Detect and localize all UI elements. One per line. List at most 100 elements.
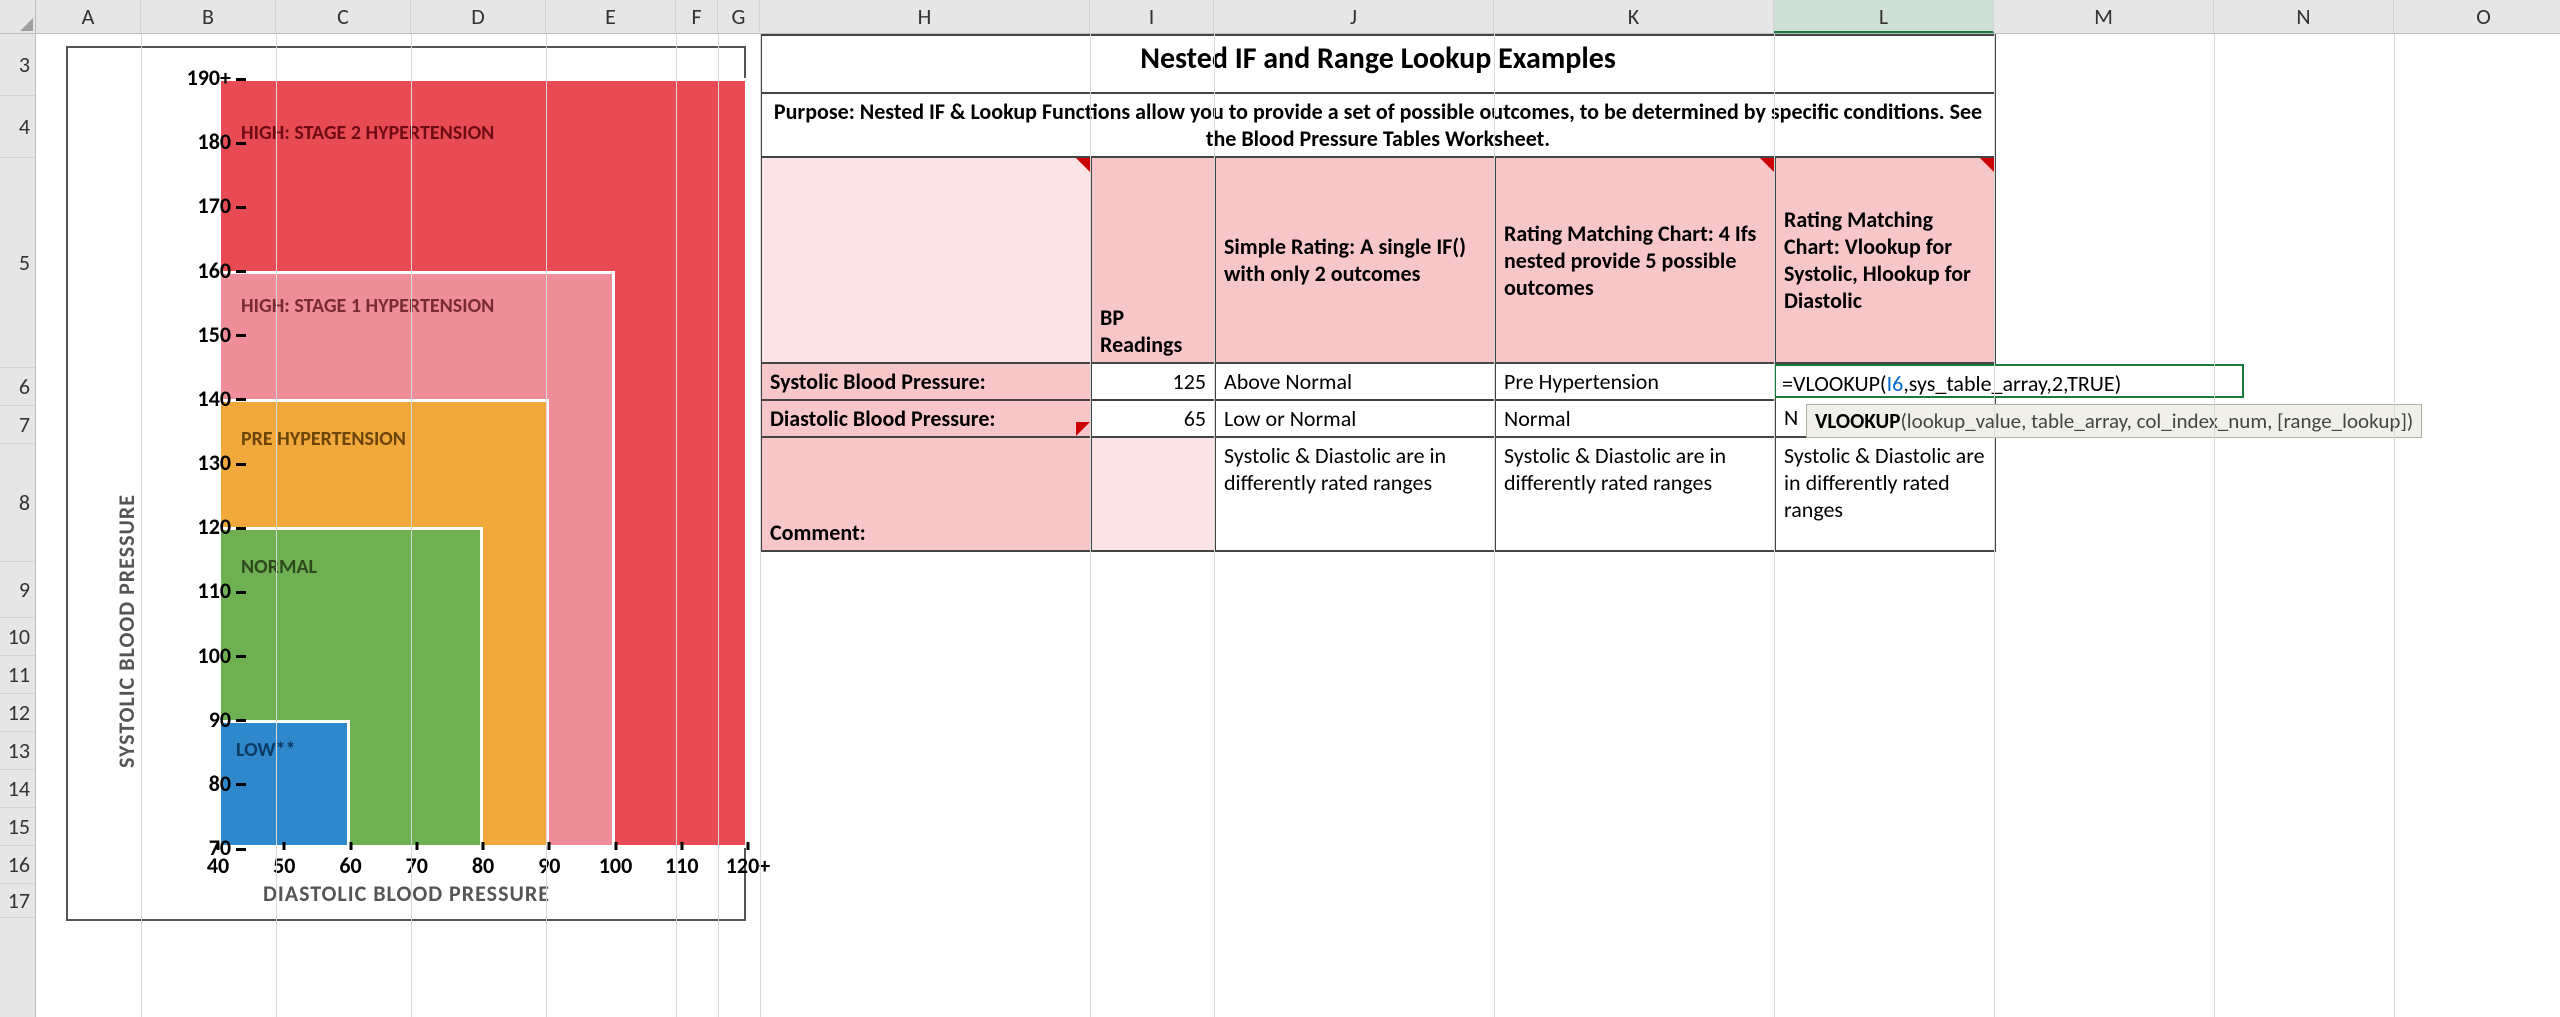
row-header-7[interactable]: 7	[0, 406, 35, 444]
row-header-10[interactable]: 10	[0, 618, 35, 656]
grid-line	[718, 34, 719, 1017]
row-header-6[interactable]: 6	[0, 368, 35, 406]
grid-line	[2394, 34, 2395, 1017]
row-header-17[interactable]: 17	[0, 884, 35, 918]
region-stage2-label: HIGH: STAGE 2 HYPERTENSION	[241, 121, 494, 145]
col-header-K[interactable]: K	[1494, 0, 1774, 33]
grid-line	[1090, 34, 1091, 1017]
grid-line	[276, 34, 277, 1017]
row-header-4[interactable]: 4	[0, 96, 35, 158]
col-header-O[interactable]: O	[2394, 0, 2560, 33]
function-tooltip[interactable]: VLOOKUP(lookup_value, table_array, col_i…	[1806, 404, 2422, 438]
row-header-8[interactable]: 8	[0, 444, 35, 562]
col-header-N[interactable]: N	[2214, 0, 2394, 33]
hdr-nested: Rating Matching Chart: 4 Ifs nested prov…	[1495, 157, 1775, 363]
row-header-9[interactable]: 9	[0, 562, 35, 618]
y-tick: 170	[173, 192, 231, 219]
grid-area[interactable]: SYSTOLIC BLOOD PRESSURE DIASTOLIC BLOOD …	[36, 34, 2560, 1017]
formula-ref: I6	[1887, 370, 1904, 397]
y-tick: 100	[173, 642, 231, 669]
col-header-C[interactable]: C	[276, 0, 411, 33]
comment-indicator-icon[interactable]	[1980, 158, 1994, 172]
diastolic-simple[interactable]: Low or Normal	[1215, 400, 1495, 437]
col-header-B[interactable]: B	[141, 0, 276, 33]
x-tick: 110	[657, 852, 707, 879]
region-stage1-label: HIGH: STAGE 1 HYPERTENSION	[241, 294, 494, 318]
col-header-L[interactable]: L	[1774, 0, 1994, 33]
diastolic-input[interactable]: 65	[1091, 400, 1215, 437]
col-header-E[interactable]: E	[546, 0, 676, 33]
table-title: Nested IF and Range Lookup Examples	[761, 35, 1995, 93]
x-tick: 120+	[723, 852, 773, 879]
chart-x-label: DIASTOLIC BLOOD PRESSURE	[263, 880, 550, 907]
grid-line	[676, 34, 677, 1017]
y-tick: 150	[173, 321, 231, 348]
col-header-A[interactable]: A	[36, 0, 141, 33]
x-tick: 40	[193, 852, 243, 879]
grid-line	[1994, 34, 1995, 1017]
x-tick: 90	[524, 852, 574, 879]
chart-y-label: SYSTOLIC BLOOD PRESSURE	[113, 494, 140, 768]
comment-indicator-icon[interactable]	[1760, 158, 1774, 172]
formula-edit-overlay[interactable]: =VLOOKUP(I6,sys_table_array,2,TRUE)	[1774, 364, 2244, 398]
table-purpose: Purpose: Nested IF & Lookup Functions al…	[761, 93, 1995, 157]
col-header-M[interactable]: M	[1994, 0, 2214, 33]
col-header-I[interactable]: I	[1090, 0, 1214, 33]
formula-after: ,sys_table_array,2,TRUE)	[1903, 370, 2121, 397]
col-header-D[interactable]: D	[411, 0, 546, 33]
diastolic-label-text: Diastolic Blood Pressure:	[770, 405, 996, 432]
row-header-11[interactable]: 11	[0, 656, 35, 694]
region-pre-label: PRE HYPERTENSION	[241, 427, 406, 451]
select-all-corner[interactable]	[0, 0, 36, 34]
col-header-F[interactable]: F	[676, 0, 718, 33]
comment-indicator-icon[interactable]	[1076, 422, 1090, 436]
row-header-15[interactable]: 15	[0, 808, 35, 846]
systolic-label: Systolic Blood Pressure:	[761, 363, 1091, 400]
hdr-simple: Simple Rating: A single IF() with only 2…	[1215, 157, 1495, 363]
col-header-H[interactable]: H	[760, 0, 1090, 33]
comment-simple[interactable]: Systolic & Diastolic are in differently …	[1215, 437, 1495, 551]
systolic-simple[interactable]: Above Normal	[1215, 363, 1495, 400]
x-tick: 60	[326, 852, 376, 879]
hdr-blank	[761, 157, 1091, 363]
diastolic-nested[interactable]: Normal	[1495, 400, 1775, 437]
x-tick: 50	[259, 852, 309, 879]
row-header-13[interactable]: 13	[0, 732, 35, 770]
col-header-J[interactable]: J	[1214, 0, 1494, 33]
grid-line	[141, 34, 142, 1017]
y-tick: 160	[173, 257, 231, 284]
tooltip-sig: (lookup_value, table_array, col_index_nu…	[1900, 408, 2413, 434]
y-tick: 180	[173, 128, 231, 155]
table-title-row: Nested IF and Range Lookup Examples	[761, 35, 1995, 93]
comment-nested[interactable]: Systolic & Diastolic are in differently …	[1495, 437, 1775, 551]
systolic-input[interactable]: 125	[1091, 363, 1215, 400]
systolic-nested[interactable]: Pre Hypertension	[1495, 363, 1775, 400]
column-headers: ABCDEFGHIJKLMNOP	[36, 0, 2560, 34]
y-tick: 130	[173, 449, 231, 476]
comment-indicator-icon[interactable]	[1076, 158, 1090, 172]
col-header-G[interactable]: G	[718, 0, 760, 33]
row-header-3[interactable]: 3	[0, 34, 35, 96]
hdr-lookup: Rating Matching Chart: Vlookup for Systo…	[1775, 157, 1995, 363]
y-tick: 140	[173, 385, 231, 412]
grid-line	[1214, 34, 1215, 1017]
bp-chart: SYSTOLIC BLOOD PRESSURE DIASTOLIC BLOOD …	[66, 46, 746, 921]
table-purpose-row: Purpose: Nested IF & Lookup Functions al…	[761, 93, 1995, 157]
table-header-row: BP Readings Simple Rating: A single IF()…	[761, 157, 1995, 363]
region-normal-label: NORMAL	[241, 555, 317, 579]
grid-line	[1494, 34, 1495, 1017]
y-tick: 110	[173, 577, 231, 604]
row-header-5[interactable]: 5	[0, 158, 35, 368]
row-header-12[interactable]: 12	[0, 694, 35, 732]
grid-line	[546, 34, 547, 1017]
x-tick: 80	[458, 852, 508, 879]
x-tick: 70	[392, 852, 442, 879]
diastolic-label: Diastolic Blood Pressure:	[761, 400, 1091, 437]
x-tick: 100	[591, 852, 641, 879]
y-tick: 120	[173, 513, 231, 540]
comment-lookup[interactable]: Systolic & Diastolic are in differently …	[1775, 437, 1995, 551]
region-low-label: LOW**	[236, 738, 295, 762]
row-header-14[interactable]: 14	[0, 770, 35, 808]
row-header-16[interactable]: 16	[0, 846, 35, 884]
formula-before: =VLOOKUP(	[1782, 370, 1887, 397]
